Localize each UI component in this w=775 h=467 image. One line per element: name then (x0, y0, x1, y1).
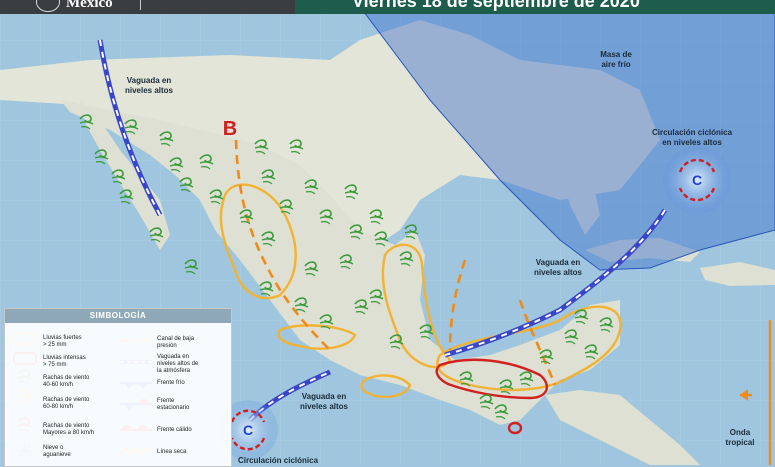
cyclone-center-sw: C (242, 422, 254, 438)
legend-item-wind-green: Rachas de viento 40-60 km/h (43, 375, 90, 388)
map-title: Viernes 18 de septiembre de 2020 (352, 0, 640, 11)
legend-item-snow: Nieve o aguanieve (43, 445, 71, 458)
logo-divider (140, 0, 141, 10)
legend-item-rain-heavy: Lluvias fuertes > 25 mm (43, 335, 82, 348)
legend-item-rain-intense: Lluvias intensas > 75 mm (43, 355, 86, 368)
legend-item-upper-trough: Vaguada en niveles altos de la atmósfera (157, 354, 199, 374)
legend-panel: SIMBOLOGÍA Lluvias fuertes > 25 mm Lluvi… (4, 308, 232, 467)
legend-title: SIMBOLOGÍA (5, 309, 231, 323)
cyclone-center-ne: C (691, 172, 703, 188)
national-seal-icon (36, 0, 60, 12)
legend-item-wind-red: Rachas de viento Mayores a 80 km/h (43, 423, 95, 436)
low-pressure-center: B (222, 118, 238, 140)
legend-item-wind-orange: Rachas de viento 60-80 km/h (43, 397, 90, 410)
label-onda-tropical: Onda tropical (725, 428, 755, 447)
logo-text: México (66, 0, 113, 11)
label-vaguada-sw: Vaguada en niveles altos (299, 392, 349, 411)
header-logo-area: México (0, 0, 295, 14)
label-masa-aire-frio: Masa de aire frío (600, 50, 632, 69)
legend-item-stationary-front: Frente estacionario (157, 398, 190, 411)
legend-item-dry-line: Línea seca (157, 449, 187, 455)
legend-item-low-pressure: Canal de baja presión (157, 336, 195, 349)
label-vaguada-nw: Vaguada en niveles altos (124, 76, 174, 95)
legend-item-warm-front: Frente cálido (157, 427, 192, 433)
label-circulacion-ne: Circulación ciclónica en niveles altos (651, 128, 733, 147)
label-vaguada-e: Vaguada en niveles altos (533, 258, 583, 277)
legend-item-cold-front: Frente frío (157, 380, 185, 386)
